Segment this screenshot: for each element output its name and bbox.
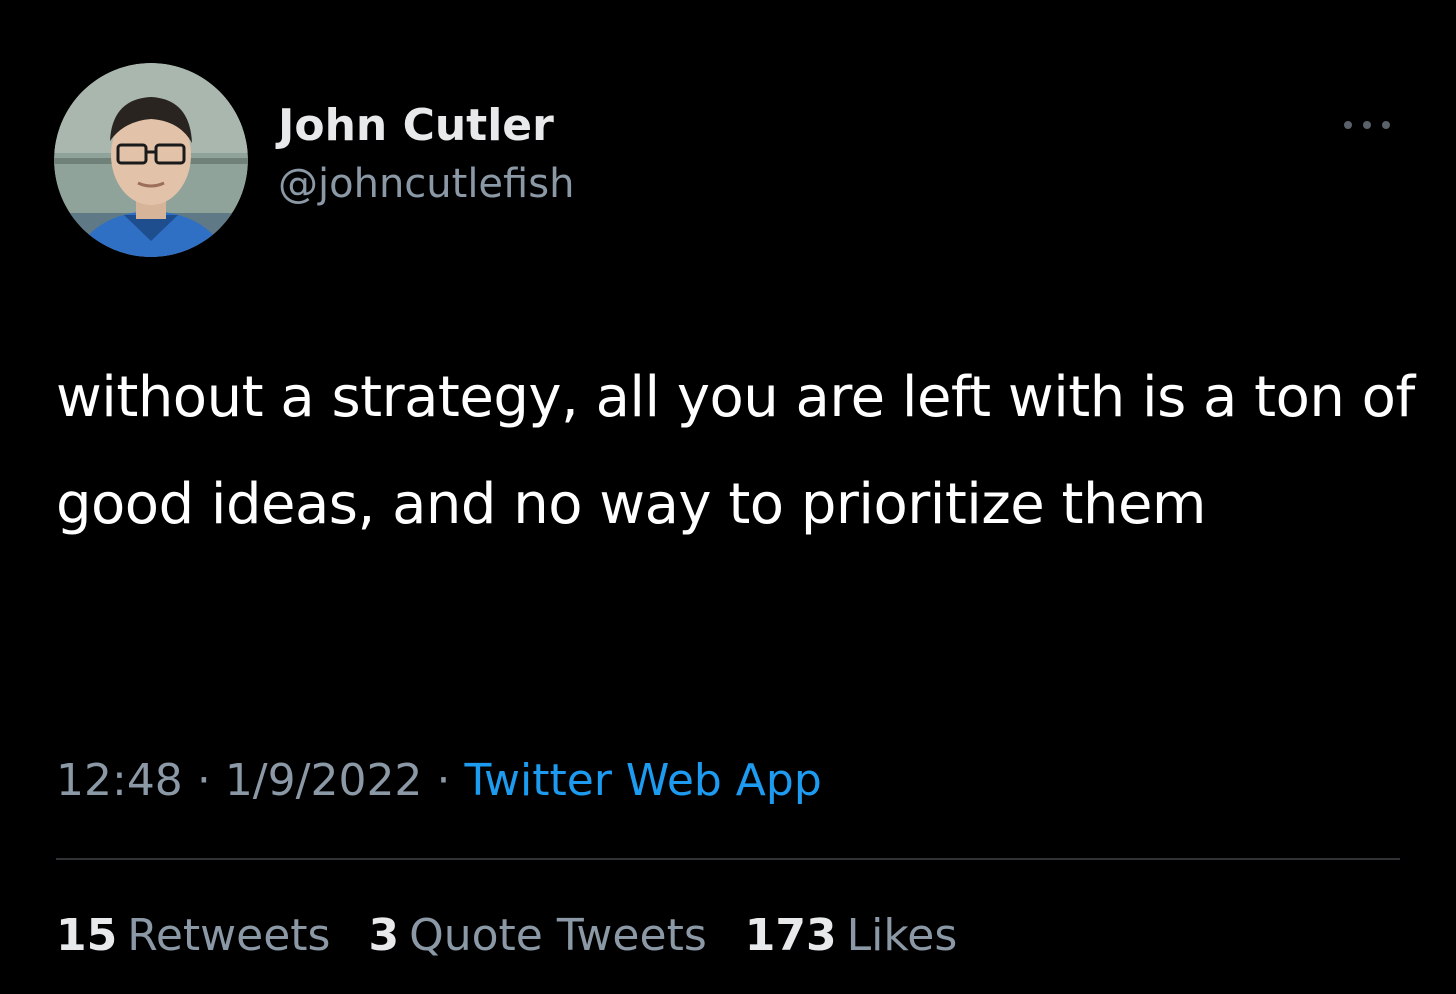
likes-stat[interactable]: 173 Likes [745,910,958,961]
retweets-stat[interactable]: 15 Retweets [56,910,330,961]
meta-separator: · [436,755,451,806]
tweet-date[interactable]: 1/9/2022 [225,755,423,806]
quote-tweets-stat[interactable]: 3 Quote Tweets [368,910,706,961]
tweet-source-link[interactable]: Twitter Web App [464,755,821,806]
tweet-time[interactable]: 12:48 [56,755,183,806]
author-block: John Cutler @johncutlefish [278,96,574,212]
author-display-name[interactable]: John Cutler [278,96,574,156]
likes-label: Likes [846,910,958,961]
retweets-label: Retweets [127,910,331,961]
avatar-image [54,63,248,257]
quote-tweets-label: Quote Tweets [409,910,707,961]
author-handle[interactable]: @johncutlefish [278,156,574,212]
more-options-button[interactable] [1340,115,1394,135]
tweet-meta: 12:48 · 1/9/2022 · Twitter Web App [56,750,822,812]
quote-tweets-count: 3 [368,910,400,961]
meta-separator: · [196,755,211,806]
tweet-stats: 15 Retweets 3 Quote Tweets 173 Likes [56,905,981,967]
avatar[interactable] [54,63,248,257]
tweet-text: without a strategy, all you are left wit… [56,365,1415,537]
likes-count: 173 [744,910,837,961]
retweets-count: 15 [56,910,118,961]
divider [56,858,1400,860]
tweet-card: John Cutler @johncutlefish without a str… [0,0,1456,994]
more-horizontal-icon [1344,121,1390,129]
